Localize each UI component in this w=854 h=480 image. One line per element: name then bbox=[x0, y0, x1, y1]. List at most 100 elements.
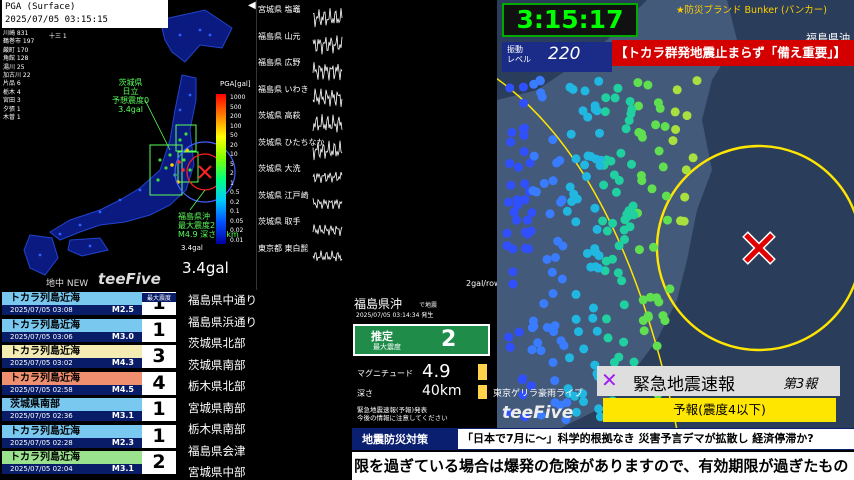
station-count: 木曽 1 bbox=[3, 114, 21, 122]
station-dot bbox=[654, 146, 664, 156]
eew-banner: ✕ 緊急地震速報 第3報 bbox=[597, 366, 840, 396]
station-dot bbox=[682, 111, 692, 121]
station-count: 湯川 25 bbox=[3, 63, 25, 71]
waveform-unit: 2gal/row bbox=[466, 279, 501, 288]
station-dot bbox=[616, 148, 626, 158]
station-dot bbox=[518, 82, 528, 92]
station-dot bbox=[589, 303, 598, 313]
station-dot bbox=[600, 107, 610, 117]
station-dot bbox=[606, 156, 616, 166]
pga-scale-tick: 1000 bbox=[230, 94, 246, 101]
station-dot bbox=[536, 346, 546, 356]
station-dot bbox=[520, 179, 530, 189]
station-dot bbox=[634, 245, 644, 255]
station-dot bbox=[545, 209, 555, 219]
station-dot bbox=[588, 313, 598, 323]
history-row[interactable]: トカラ列島近海 2025/07/05 02:58 M4.5 4 bbox=[0, 371, 180, 395]
teefive-logo: teeFive bbox=[502, 403, 574, 423]
station-dot bbox=[571, 314, 581, 324]
station-dot bbox=[639, 326, 649, 336]
station-dot bbox=[522, 215, 532, 225]
region-name: 茨城県北部 bbox=[188, 336, 246, 350]
pga-scale-tick: 10 bbox=[230, 151, 238, 158]
station-dot bbox=[643, 311, 653, 321]
eew-title: 緊急地震速報 bbox=[633, 375, 735, 395]
station-dot bbox=[580, 160, 590, 170]
shindo-level-box: 振動 レベル 220 bbox=[502, 42, 612, 72]
pga-scale-tick: 5 bbox=[230, 160, 234, 168]
news-banner: 【トカラ群発地震止まらず「備え重要」】 bbox=[612, 40, 854, 66]
eq-note-line: 緊急地震速報(予報)発表 bbox=[357, 406, 428, 414]
topic-label: 地震防災対策 bbox=[362, 433, 428, 446]
pga-scale-tick: 500 bbox=[230, 103, 242, 111]
station-dot bbox=[603, 333, 613, 343]
history-region: トカラ列島近海 bbox=[2, 345, 142, 358]
history-region: トカラ列島近海 bbox=[2, 371, 142, 385]
station-dot bbox=[568, 84, 578, 94]
waveform-station-label: 茨城県 高萩 bbox=[258, 111, 301, 120]
station-dot bbox=[528, 186, 538, 196]
station-dot bbox=[594, 404, 604, 414]
history-row[interactable]: トカラ列島近海 2025/07/05 03:06 M3.0 1 bbox=[0, 318, 180, 342]
history-shindo: 1 bbox=[142, 318, 176, 342]
eq-depth-label: 深さ bbox=[357, 389, 373, 398]
station-dot bbox=[649, 242, 658, 252]
station-dot bbox=[571, 217, 581, 227]
station-dot bbox=[505, 158, 515, 168]
station-dot bbox=[611, 187, 621, 197]
station-dot bbox=[513, 162, 523, 172]
callout-line: 茨城県 bbox=[118, 78, 143, 87]
station-dot bbox=[621, 124, 631, 134]
history-row[interactable]: トカラ列島近海 2025/07/05 02:28 M2.3 1 bbox=[0, 424, 180, 448]
station-dot bbox=[565, 182, 575, 192]
station-dot bbox=[665, 284, 675, 294]
station-count: 鶴巻市 197 bbox=[3, 38, 35, 46]
station-dot bbox=[533, 338, 543, 348]
station-dot bbox=[527, 208, 537, 218]
history-region: 茨城県南部 bbox=[2, 398, 142, 411]
station-dot bbox=[539, 299, 549, 309]
station-dot bbox=[528, 316, 538, 326]
station-dot bbox=[627, 159, 636, 169]
station-dot bbox=[505, 342, 515, 352]
station-dot bbox=[658, 311, 668, 321]
brand-new-label: 地中 NEW bbox=[46, 279, 89, 289]
waveform-station-label: 茨城県 取手 bbox=[258, 217, 301, 226]
history-row[interactable]: 茨城県南部 2025/07/05 02:36 M3.1 1 bbox=[0, 398, 180, 421]
station-dot bbox=[503, 197, 513, 207]
pga-scale-tick: 20 bbox=[230, 141, 238, 149]
station-dot bbox=[574, 327, 583, 337]
station-dot bbox=[590, 203, 600, 213]
station-dot bbox=[571, 289, 581, 299]
station-dot bbox=[594, 251, 604, 261]
station-dot bbox=[595, 161, 605, 170]
history-row[interactable]: トカラ列島近海 2025/07/05 03:02 M4.3 3 bbox=[0, 345, 180, 368]
waveform-station-label: 福島県 山元 bbox=[258, 31, 301, 41]
clock: 3:15:17 bbox=[516, 5, 624, 34]
earthquake-info-panel: 福島県沖 で地震 2025/07/05 03:14:34 発生 推定 最大震度 … bbox=[350, 292, 496, 430]
station-dot bbox=[548, 357, 558, 367]
waveform-arrow-icon: ◀ bbox=[248, 0, 256, 11]
station-dot bbox=[652, 341, 662, 351]
station-dot bbox=[658, 162, 668, 172]
station-dot bbox=[551, 253, 560, 262]
station-dot bbox=[633, 78, 643, 88]
pga-header: PGA (Surface) 2025/07/05 03:15:15 bbox=[2, 0, 168, 28]
station-dot bbox=[692, 76, 702, 86]
pga-scale-tick: 0.5 bbox=[230, 189, 240, 196]
eq-max-intensity-box: 推定 最大震度 2 bbox=[353, 324, 490, 356]
earthquake-history-list: トカラ列島近海 2025/07/05 03:08 M2.5 1 トカラ列島近海 2025/… bbox=[0, 292, 180, 480]
station-dot bbox=[508, 267, 518, 277]
station-dot bbox=[582, 172, 591, 181]
station-dot bbox=[598, 216, 608, 226]
station-dot bbox=[681, 165, 691, 175]
history-row[interactable]: トカラ列島近海 2025/07/05 02:04 M3.1 2 bbox=[0, 451, 180, 474]
history-magnitude: M2.3 bbox=[111, 437, 134, 447]
station-dot bbox=[529, 151, 539, 161]
waveform-station-label: 茨城県 江戸崎 bbox=[258, 190, 309, 200]
station-dot bbox=[625, 96, 635, 106]
station-dot bbox=[557, 195, 567, 205]
teefive-logo: teeFive bbox=[98, 270, 161, 288]
waveform-station-label: 茨城県 ひたちなか bbox=[258, 137, 325, 147]
pga-scale-tick: 1 bbox=[230, 179, 234, 187]
